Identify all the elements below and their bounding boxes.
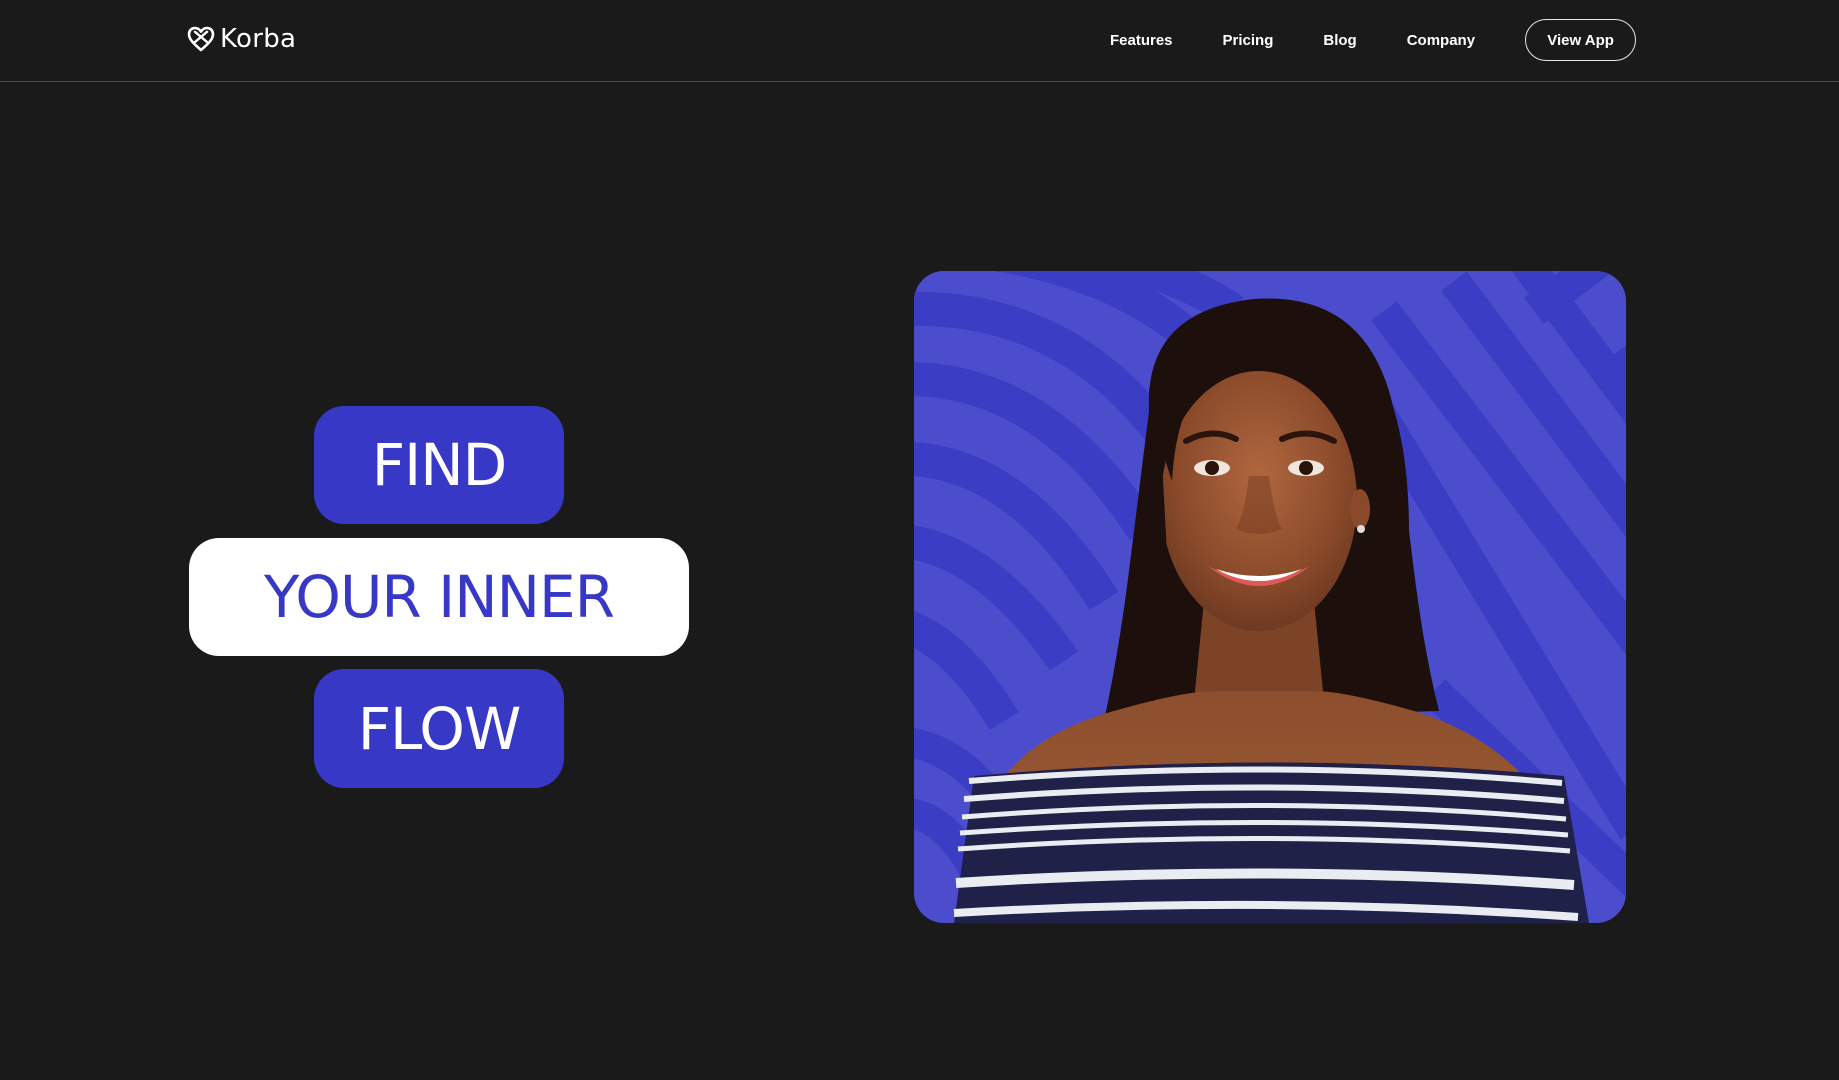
brand-name: Korba [220,24,297,54]
brand-logo[interactable]: Korba [187,24,296,54]
heart-logo-icon [187,26,215,52]
nav-link-blog[interactable]: Blog [1323,32,1356,49]
hero-line-find: FIND [314,406,564,524]
main-nav: Features Pricing Blog Company View App [1110,18,1637,62]
site-header: Korba Features Pricing Blog Company View… [0,0,1839,82]
hero-line-your-inner: YOUR INNER [189,538,689,656]
landing-page: Korba Features Pricing Blog Company View… [0,0,1839,1080]
nav-link-features[interactable]: Features [1110,32,1173,49]
portrait-illustration [914,271,1626,923]
view-app-button[interactable]: View App [1525,19,1637,61]
nav-link-pricing[interactable]: Pricing [1223,32,1274,49]
nav-link-company[interactable]: Company [1407,32,1475,49]
hero-line-flow: FLOW [314,669,564,788]
hero-portrait-image [914,271,1626,923]
